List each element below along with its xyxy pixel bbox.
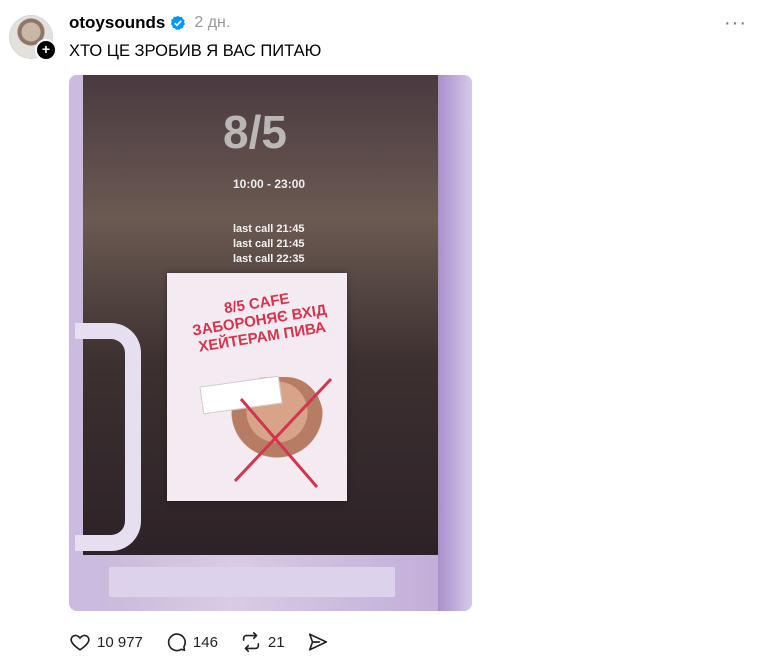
post-actions: 10 977 146 21 [69,630,351,654]
comment-button[interactable]: 146 [165,631,218,653]
follow-plus-icon[interactable]: + [35,39,57,61]
repost-button[interactable]: 21 [240,631,285,653]
poster-cross-mark [233,377,333,488]
post-photo[interactable]: 8/5 10:00 - 23:00 last call 21:45 last c… [69,75,472,611]
poster-text: 8/5 CAFE ЗАБОРОНЯЄ ВХІД ХЕЙТЕРАМ ПИВА [191,290,328,356]
post-header: otoysounds 2 дн. [69,12,230,34]
heart-icon [70,634,90,651]
username[interactable]: otoysounds [69,13,165,33]
like-count: 10 977 [97,633,143,651]
door-call-text: last call 22:35 [233,253,305,265]
poster: 8/5 CAFE ЗАБОРОНЯЄ ВХІД ХЕЙТЕРАМ ПИВА [167,273,347,501]
repost-icon [242,632,260,652]
avatar-container[interactable]: + [9,15,57,61]
door-kickplate [109,567,395,597]
post-caption: ХТО ЦЕ ЗРОБИВ Я ВАС ПИТАЮ [69,42,322,60]
repost-count: 21 [267,633,285,651]
share-button[interactable] [307,631,329,653]
like-button[interactable]: 10 977 [69,631,143,653]
door-sign-text: 8/5 [223,106,287,158]
more-icon[interactable]: ··· [724,12,747,35]
door-hours-text: 10:00 - 23:00 [233,177,306,191]
door-handle [75,323,141,551]
send-icon [308,633,327,651]
door-frame-right [438,75,472,611]
door-call-text: last call 21:45 [233,238,305,250]
verified-badge-icon [171,15,186,30]
comment-count: 146 [192,633,218,651]
post-time[interactable]: 2 дн. [194,14,230,32]
comment-icon [167,633,186,652]
door-call-text: last call 21:45 [233,223,305,235]
